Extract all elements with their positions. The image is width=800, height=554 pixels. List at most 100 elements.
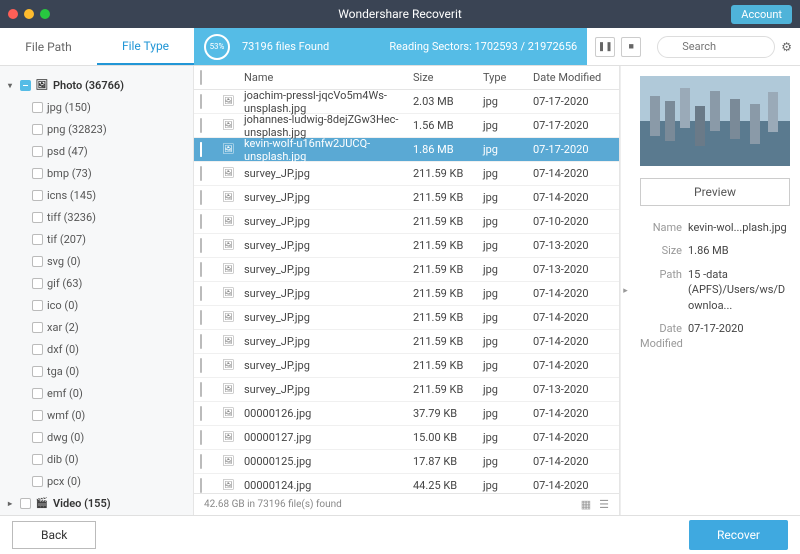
checkbox[interactable] xyxy=(200,382,202,397)
sidebar-item[interactable]: tga (0) xyxy=(0,360,193,382)
table-row[interactable]: 🖼survey_JP.jpg211.59 KBjpg07-14-2020 xyxy=(194,306,619,330)
checkbox[interactable] xyxy=(32,300,43,311)
table-row[interactable]: 🖼survey_JP.jpg211.59 KBjpg07-14-2020 xyxy=(194,282,619,306)
checkbox[interactable] xyxy=(32,190,43,201)
table-row[interactable]: 🖼survey_JP.jpg211.59 KBjpg07-14-2020 xyxy=(194,354,619,378)
tab-file-type[interactable]: File Type xyxy=(97,28,194,65)
recover-button[interactable]: Recover xyxy=(689,520,788,550)
checkbox[interactable] xyxy=(200,142,202,157)
checkbox[interactable] xyxy=(200,406,202,421)
sidebar-item[interactable]: svg (0) xyxy=(0,250,193,272)
sidebar-category-video[interactable]: ▸ 🎬 Video (155) xyxy=(0,492,193,514)
checkbox[interactable] xyxy=(32,124,43,135)
checkbox[interactable] xyxy=(200,454,202,469)
sidebar-item[interactable]: png (32823) xyxy=(0,118,193,140)
close-icon[interactable] xyxy=(8,9,18,19)
col-name[interactable]: Name xyxy=(240,71,413,84)
checkbox[interactable] xyxy=(200,214,202,229)
expand-handle[interactable]: ▸ xyxy=(620,66,630,515)
checkbox[interactable] xyxy=(200,190,202,205)
table-row[interactable]: 🖼00000124.jpg44.25 KBjpg07-14-2020 xyxy=(194,474,619,493)
checkbox[interactable] xyxy=(32,410,43,421)
sidebar-item[interactable]: gif (63) xyxy=(0,272,193,294)
status-bar: 42.68 GB in 73196 file(s) found ▦ ☰ xyxy=(194,493,619,515)
checkbox[interactable] xyxy=(200,310,202,325)
sidebar-item[interactable]: dxf (0) xyxy=(0,338,193,360)
checkbox[interactable] xyxy=(200,358,202,373)
cell-size: 44.25 KB xyxy=(413,479,483,492)
stop-button[interactable]: ■ xyxy=(621,37,641,57)
checkbox[interactable] xyxy=(200,478,202,493)
pause-button[interactable]: ❚❚ xyxy=(595,37,615,57)
sidebar-item[interactable]: bmp (73) xyxy=(0,162,193,184)
sidebar-item[interactable]: jpg (150) xyxy=(0,96,193,118)
checkbox[interactable] xyxy=(32,256,43,267)
table-row[interactable]: 🖼johannes-ludwig-8dejZGw3Hec-unsplash.jp… xyxy=(194,114,619,138)
preview-button[interactable]: Preview xyxy=(640,178,790,206)
cell-type: jpg xyxy=(483,383,533,396)
table-row[interactable]: 🖼00000127.jpg15.00 KBjpg07-14-2020 xyxy=(194,426,619,450)
sidebar-item[interactable]: tif (207) xyxy=(0,228,193,250)
grid-view-icon[interactable]: ▦ xyxy=(581,498,591,511)
checkbox[interactable] xyxy=(32,146,43,157)
checkbox[interactable] xyxy=(200,334,202,349)
checkbox[interactable] xyxy=(32,278,43,289)
checkbox[interactable] xyxy=(32,212,43,223)
maximize-icon[interactable] xyxy=(40,9,50,19)
col-type[interactable]: Type xyxy=(483,71,533,84)
tab-file-path[interactable]: File Path xyxy=(0,28,97,65)
checkbox[interactable] xyxy=(32,366,43,377)
sidebar-item[interactable]: xar (2) xyxy=(0,316,193,338)
sidebar-item[interactable]: tiff (3236) xyxy=(0,206,193,228)
checkbox[interactable] xyxy=(32,344,43,355)
checkbox[interactable] xyxy=(200,94,202,109)
checkbox[interactable] xyxy=(200,430,202,445)
table-row[interactable]: 🖼00000125.jpg17.87 KBjpg07-14-2020 xyxy=(194,450,619,474)
sidebar-category-audio[interactable]: ▸ 🎵 Audio (49) xyxy=(0,514,193,515)
table-row[interactable]: 🖼survey_JP.jpg211.59 KBjpg07-10-2020 xyxy=(194,210,619,234)
checkbox[interactable] xyxy=(32,102,43,113)
col-date[interactable]: Date Modified xyxy=(533,71,613,84)
table-row[interactable]: 🖼survey_JP.jpg211.59 KBjpg07-14-2020 xyxy=(194,330,619,354)
minimize-icon[interactable] xyxy=(24,9,34,19)
checkbox[interactable] xyxy=(200,238,202,253)
sidebar-item[interactable]: pcx (0) xyxy=(0,470,193,492)
table-row[interactable]: 🖼survey_JP.jpg211.59 KBjpg07-14-2020 xyxy=(194,162,619,186)
checkbox[interactable] xyxy=(32,234,43,245)
checkbox[interactable] xyxy=(32,388,43,399)
table-row[interactable]: 🖼survey_JP.jpg211.59 KBjpg07-14-2020 xyxy=(194,186,619,210)
sidebar-item[interactable]: psd (47) xyxy=(0,140,193,162)
sidebar-item[interactable]: wmf (0) xyxy=(0,404,193,426)
table-row[interactable]: 🖼survey_JP.jpg211.59 KBjpg07-13-2020 xyxy=(194,258,619,282)
checkbox[interactable] xyxy=(32,322,43,333)
sidebar-item[interactable]: emf (0) xyxy=(0,382,193,404)
checkbox[interactable] xyxy=(200,118,202,133)
table-row[interactable]: 🖼joachim-pressl-jqcVo5m4Ws-unsplash.jpg2… xyxy=(194,90,619,114)
cell-date: 07-14-2020 xyxy=(533,359,613,372)
checkbox[interactable] xyxy=(32,432,43,443)
sidebar-category-photo[interactable]: ▾ 🖼 Photo (36766) xyxy=(0,74,193,96)
list-view-icon[interactable]: ☰ xyxy=(599,498,609,511)
sidebar-item[interactable]: icns (145) xyxy=(0,184,193,206)
checkbox-all[interactable] xyxy=(200,70,202,85)
sidebar-item[interactable]: dib (0) xyxy=(0,448,193,470)
sidebar-item[interactable]: dwg (0) xyxy=(0,426,193,448)
checkbox[interactable] xyxy=(200,286,202,301)
table-row[interactable]: 🖼kevin-wolf-u16nfw2JUCQ-unsplash.jpg1.86… xyxy=(194,138,619,162)
table-row[interactable]: 🖼00000126.jpg37.79 KBjpg07-14-2020 xyxy=(194,402,619,426)
checkbox-video[interactable] xyxy=(20,498,31,509)
sidebar-item[interactable]: ico (0) xyxy=(0,294,193,316)
col-size[interactable]: Size xyxy=(413,71,483,84)
search-input[interactable] xyxy=(657,36,775,58)
back-button[interactable]: Back xyxy=(12,521,96,549)
filter-icon[interactable]: ⚙ xyxy=(781,40,792,54)
checkbox[interactable] xyxy=(32,168,43,179)
account-button[interactable]: Account xyxy=(731,5,792,24)
checkbox[interactable] xyxy=(200,262,202,277)
checkbox[interactable] xyxy=(32,476,43,487)
table-row[interactable]: 🖼survey_JP.jpg211.59 KBjpg07-13-2020 xyxy=(194,378,619,402)
table-row[interactable]: 🖼survey_JP.jpg211.59 KBjpg07-13-2020 xyxy=(194,234,619,258)
checkbox[interactable] xyxy=(200,166,202,181)
checkbox-photo[interactable] xyxy=(20,80,31,91)
checkbox[interactable] xyxy=(32,454,43,465)
